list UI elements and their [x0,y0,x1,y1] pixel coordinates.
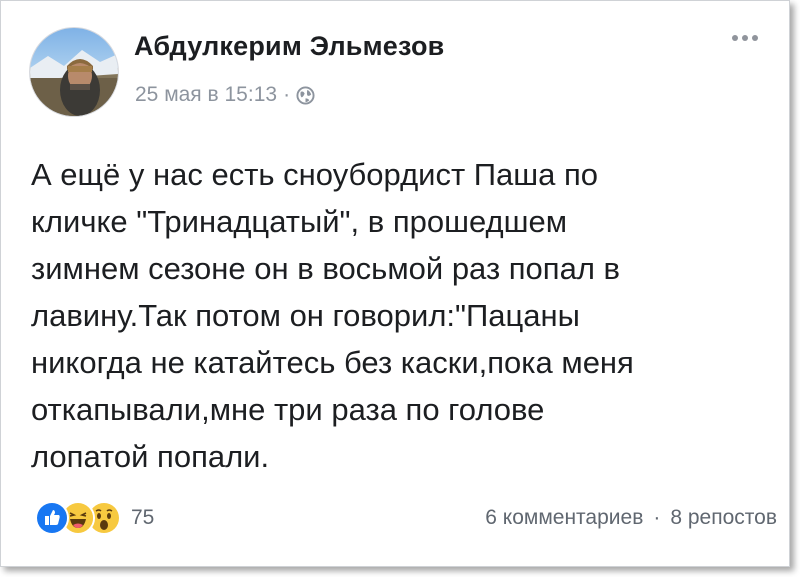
author-name[interactable]: Абдулкерим Эльмезов [134,31,444,62]
more-dot [752,35,758,41]
post-body-text: А ещё у нас есть сноубордист Паша по кли… [31,157,634,474]
post-card: Абдулкерим Эльмезов 25 мая в 15:13 · А е… [0,0,790,567]
comments-count-link[interactable]: 6 комментариев [485,506,643,530]
shares-count-link[interactable]: 8 репостов [670,506,777,530]
more-options-icon[interactable] [732,35,758,41]
avatar-photo [30,50,118,116]
reactions-summary[interactable]: 75 [35,501,154,535]
author-avatar[interactable] [29,27,119,117]
stats-separator: · [653,506,661,529]
reaction-count: 75 [131,506,155,529]
post-timestamp[interactable]: 25 мая в 15:13 [135,83,277,107]
meta-separator: · [283,83,291,106]
globe-icon[interactable] [296,85,315,105]
post-stats: 6 комментариев · 8 репостов [485,506,777,530]
post-meta: 25 мая в 15:13 · [135,83,315,107]
more-dot [742,35,748,41]
more-dot [732,35,738,41]
like-icon [35,501,69,535]
